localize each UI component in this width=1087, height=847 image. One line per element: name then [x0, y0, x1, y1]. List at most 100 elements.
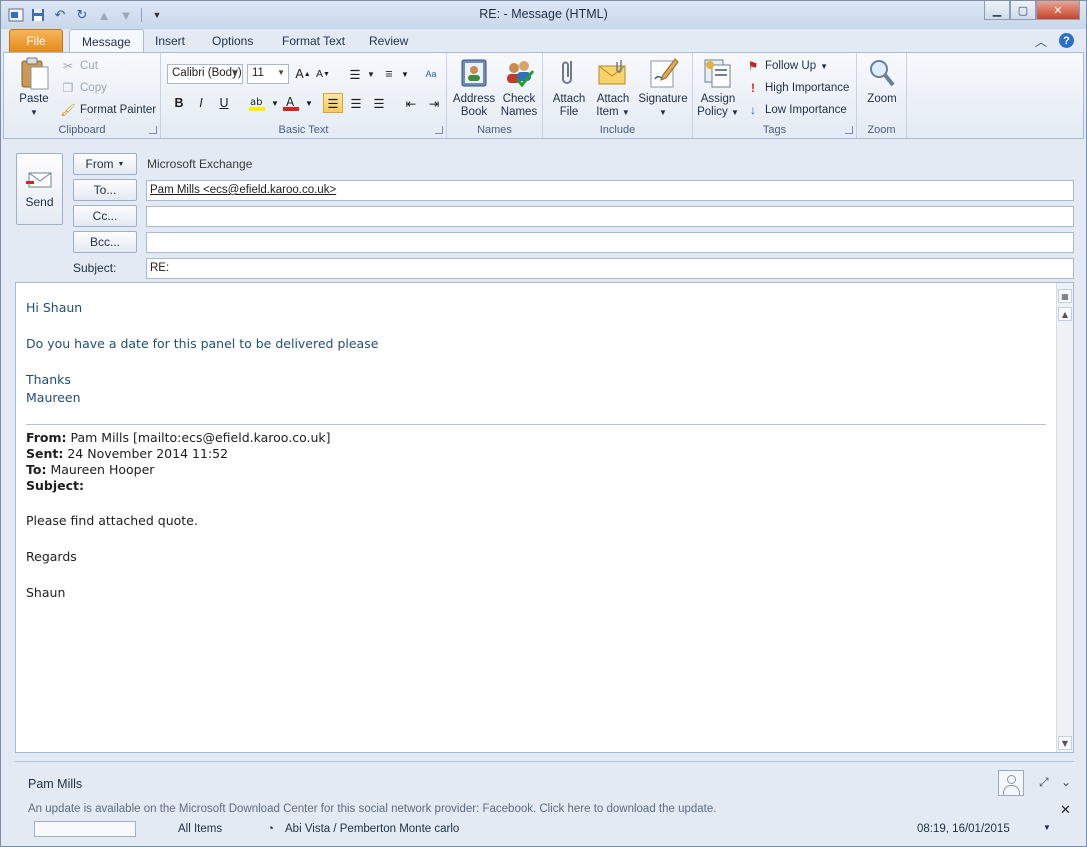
basic-text-launcher-icon[interactable]: [435, 126, 443, 134]
message-body[interactable]: Hi Shaun Do you have a date for this pan…: [15, 282, 1074, 753]
feed-item-title[interactable]: Abi Vista / Pemberton Monte carlo: [285, 823, 459, 835]
update-notice[interactable]: An update is available on the Microsoft …: [28, 803, 716, 815]
cc-button[interactable]: Cc...: [73, 205, 137, 227]
cut-button[interactable]: ✂ Cut: [60, 57, 98, 75]
low-importance-button[interactable]: ↓ Low Importance: [745, 101, 847, 119]
tab-file[interactable]: File: [9, 29, 63, 53]
tags-group: Assign Policy ▼ ⚑ Follow Up ▼ ! High Imp…: [693, 53, 857, 138]
send-button[interactable]: Send: [16, 153, 63, 225]
copy-button[interactable]: ❐ Copy: [60, 79, 107, 97]
help-icon[interactable]: ?: [1059, 33, 1074, 48]
attach-item-button[interactable]: Attach Item ▼: [592, 57, 634, 119]
from-button[interactable]: From ▼: [73, 153, 137, 175]
attach-file-button[interactable]: Attach File: [549, 57, 589, 119]
expand-people-pane-icon[interactable]: ⤢: [1039, 775, 1049, 790]
high-importance-button[interactable]: ! High Importance: [745, 79, 849, 97]
paste-icon: [18, 57, 50, 90]
scroll-up-icon[interactable]: ▲: [1058, 307, 1072, 321]
align-left-icon[interactable]: ☰: [323, 93, 343, 113]
numbering-dropdown-icon[interactable]: ▼: [395, 64, 415, 84]
bold-icon[interactable]: B: [169, 93, 189, 113]
people-pane-chevron-icon[interactable]: ⌄: [1061, 775, 1071, 789]
styles-icon[interactable]: Aa: [421, 64, 441, 84]
grow-font-icon[interactable]: A ▲: [293, 64, 313, 84]
quote-divider: [26, 424, 1046, 425]
feed-item-time: 08:19, 16/01/2015: [917, 823, 1010, 835]
magnifier-icon: [866, 57, 898, 89]
align-right-icon[interactable]: ☰: [369, 93, 389, 113]
tab-insert[interactable]: Insert: [143, 29, 197, 53]
assign-policy-button[interactable]: Assign Policy ▼: [697, 57, 739, 119]
low-importance-label: Low Importance: [765, 104, 847, 116]
format-painter-button[interactable]: 🖌 Format Painter: [60, 101, 156, 119]
quoted-subject: Subject:: [26, 478, 84, 493]
signature-label: Signature: [638, 93, 688, 105]
format-painter-label: Format Painter: [80, 104, 157, 116]
decrease-indent-icon[interactable]: ⇤: [401, 93, 421, 113]
assign-policy-label-2-text: Policy: [697, 106, 728, 118]
subject-field[interactable]: RE:: [146, 258, 1074, 279]
basic-text-group-label: Basic Text: [278, 124, 329, 136]
window-title: RE: - Message (HTML): [479, 7, 608, 21]
font-color-dropdown-icon[interactable]: ▼: [299, 93, 319, 113]
follow-up-button[interactable]: ⚑ Follow Up ▼: [745, 57, 828, 75]
from-dropdown-icon: ▼: [117, 160, 125, 168]
quoted-signoff: Shaun: [26, 585, 66, 600]
feed-all-items[interactable]: All Items: [178, 823, 222, 835]
highlight-icon[interactable]: ab: [247, 93, 267, 113]
address-book-button[interactable]: Address Book: [453, 57, 495, 119]
people-pane-name[interactable]: Pam Mills: [28, 777, 82, 791]
message-window: ↶ ↻ ▲ ▼ ▼ RE: - Message (HTML) ▁ ▢ ✕ Fil…: [0, 0, 1087, 847]
feed-dropdown-icon[interactable]: ▼: [1043, 823, 1051, 832]
cc-field[interactable]: [146, 206, 1074, 227]
address-book-icon: [458, 57, 490, 89]
minimize-ribbon-icon[interactable]: ︿: [1035, 33, 1047, 50]
include-group-label: Include: [599, 124, 636, 136]
bcc-field[interactable]: [146, 232, 1074, 253]
increase-indent-icon[interactable]: ⇥: [424, 93, 444, 113]
shrink-font-icon[interactable]: A ▼: [313, 64, 333, 84]
clipboard-group-label: Clipboard: [58, 124, 106, 136]
tab-review[interactable]: Review: [357, 29, 420, 53]
address-book-label-2: Book: [460, 106, 488, 118]
check-names-label-1: Check: [502, 93, 536, 105]
tab-format-text[interactable]: Format Text: [270, 29, 357, 53]
signature-button[interactable]: Signature ▼: [635, 57, 691, 119]
quoted-sent-label: Sent:: [26, 446, 64, 461]
to-button[interactable]: To...: [73, 179, 137, 201]
minimize-button[interactable]: ▁: [984, 1, 1010, 20]
assign-policy-label-1: Assign: [700, 93, 736, 105]
avatar[interactable]: [998, 770, 1024, 796]
underline-icon[interactable]: U: [214, 93, 234, 113]
send-label: Send: [25, 195, 54, 209]
italic-icon[interactable]: I: [191, 93, 211, 113]
clipboard-launcher-icon[interactable]: [149, 126, 157, 134]
font-size-combo[interactable]: 11 ▼: [247, 64, 289, 84]
align-center-icon[interactable]: ☰: [346, 93, 366, 113]
bullets-dropdown-icon[interactable]: ▼: [361, 64, 381, 84]
high-importance-label: High Importance: [765, 82, 850, 94]
font-color-icon[interactable]: A: [281, 93, 301, 113]
scroll-down-icon[interactable]: ▼: [1058, 736, 1072, 750]
to-recipient[interactable]: Pam Mills <ecs@efield.karoo.co.uk>: [150, 184, 336, 196]
body-line-1: Do you have a date for this panel to be …: [26, 336, 379, 351]
check-names-label-2: Names: [500, 106, 538, 118]
tags-launcher-icon[interactable]: [845, 126, 853, 134]
body-scrollbar[interactable]: ▦ ▲ ▼: [1056, 283, 1073, 752]
maximize-button[interactable]: ▢: [1010, 1, 1036, 20]
notice-close-icon[interactable]: ✕: [1060, 802, 1071, 818]
close-button[interactable]: ✕: [1036, 1, 1080, 20]
check-names-button[interactable]: Check Names: [498, 57, 540, 119]
bcc-button[interactable]: Bcc...: [73, 231, 137, 253]
ruler-icon[interactable]: ▦: [1058, 289, 1072, 303]
feed-filter-box[interactable]: [34, 821, 136, 837]
font-name-combo[interactable]: Calibri (Body) ▼: [167, 64, 243, 84]
paste-label: Paste: [19, 93, 49, 105]
to-field[interactable]: Pam Mills <ecs@efield.karoo.co.uk>: [146, 180, 1074, 201]
paste-button[interactable]: Paste ▼: [12, 57, 56, 119]
font-name-dropdown-icon: ▼: [231, 68, 239, 77]
tab-options[interactable]: Options: [200, 29, 265, 53]
quoted-to-label: To:: [26, 462, 47, 477]
zoom-button[interactable]: Zoom: [862, 57, 902, 106]
tab-message[interactable]: Message: [69, 29, 144, 53]
